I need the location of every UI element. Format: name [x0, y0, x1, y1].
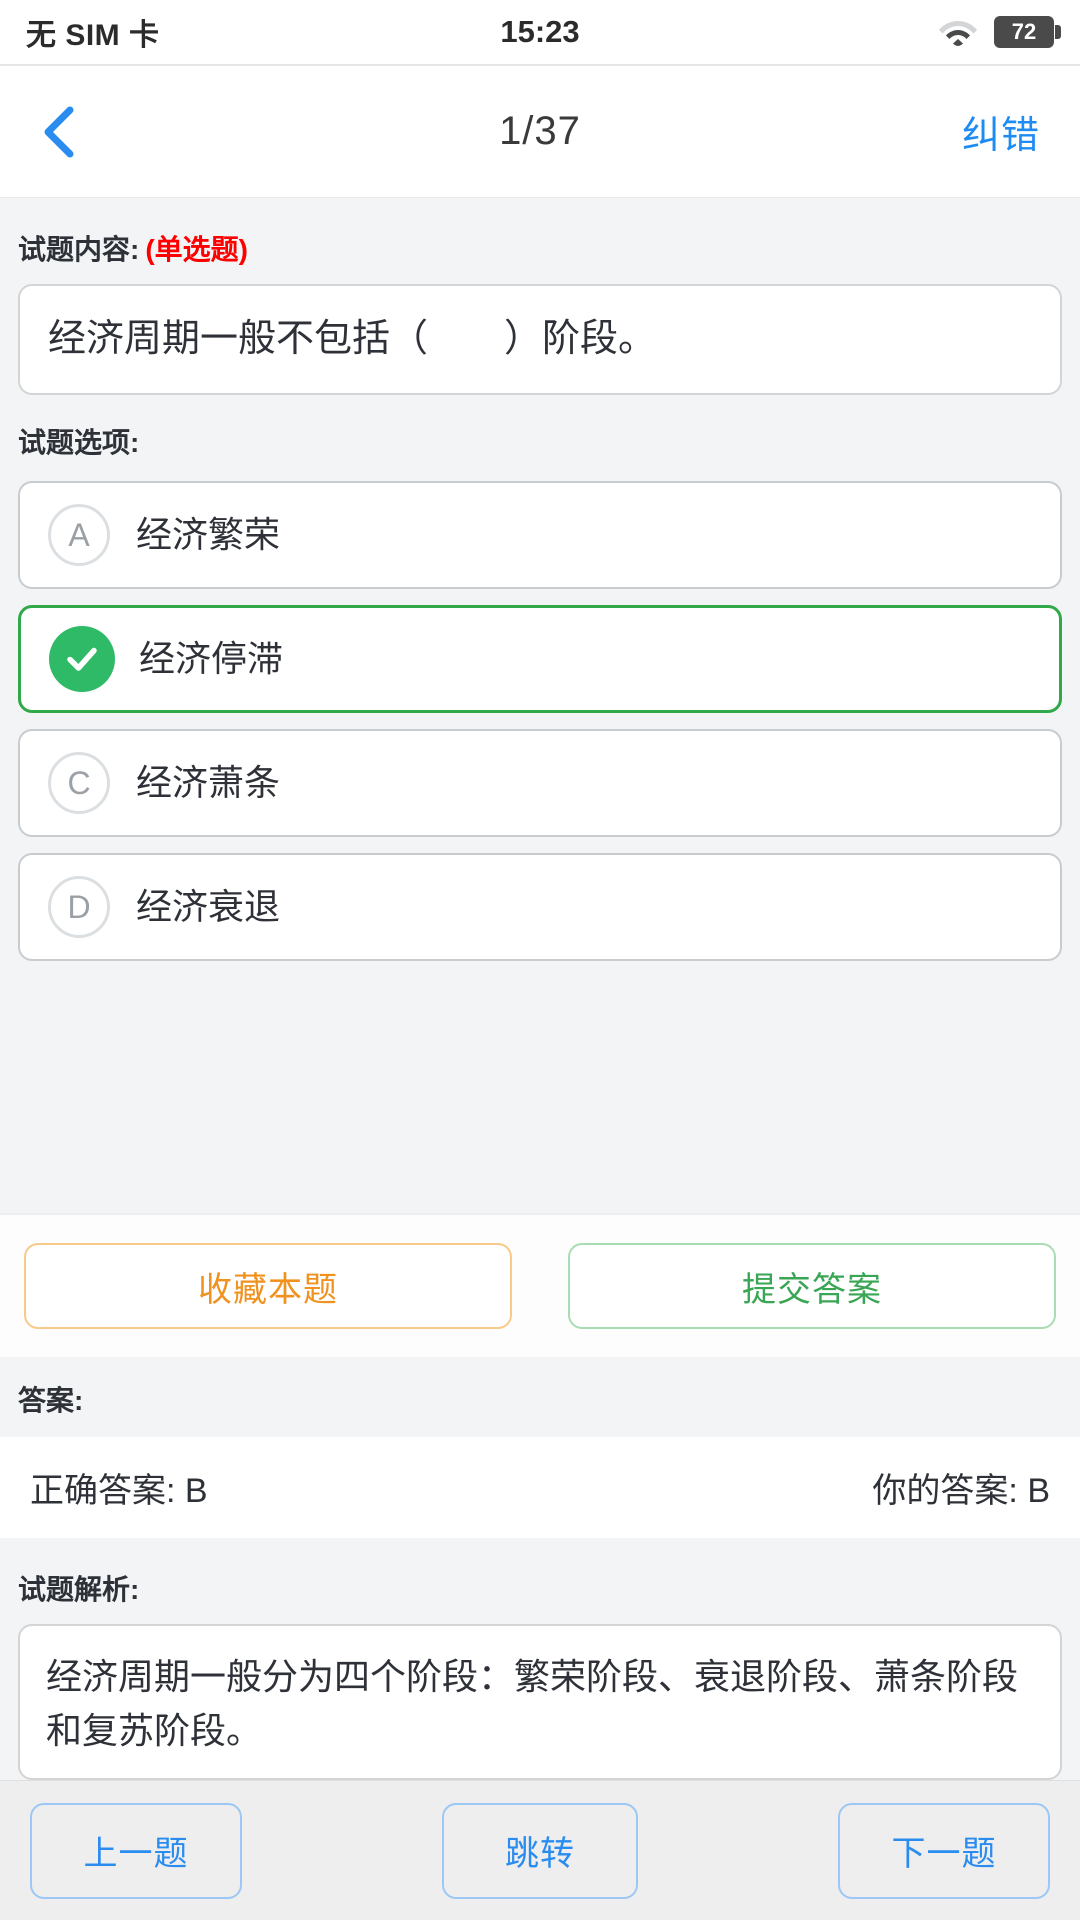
- your-answer-text: 你的答案: B: [872, 1472, 1050, 1510]
- question-label-text: 试题内容:: [18, 234, 140, 265]
- option-d[interactable]: D 经济衰退: [18, 853, 1062, 962]
- explanation-card: 经济周期一般分为四个阶段：繁荣阶段、衰退阶段、萧条阶段和复苏阶段。: [18, 1624, 1062, 1780]
- question-text: 经济周期一般不包括（ ）阶段。: [48, 318, 657, 360]
- jump-question-button[interactable]: 跳转: [442, 1802, 638, 1899]
- nav-bar: 1/37 纠错: [0, 66, 1080, 198]
- answer-row: 正确答案: B 你的答案: B: [0, 1437, 1080, 1538]
- option-label: 经济繁荣: [136, 513, 281, 555]
- carrier-label: 无 SIM 卡: [26, 19, 160, 52]
- option-letter-badge: A: [48, 504, 110, 567]
- wifi-icon: [938, 17, 978, 47]
- check-circle-icon: [49, 626, 115, 693]
- option-letter-badge: D: [48, 876, 110, 939]
- option-label: 经济衰退: [136, 885, 281, 927]
- explanation-text: 经济周期一般分为四个阶段：繁荣阶段、衰退阶段、萧条阶段和复苏阶段。: [46, 1656, 1019, 1751]
- submit-answer-button[interactable]: 提交答案: [568, 1243, 1056, 1329]
- option-b[interactable]: 经济停滞: [18, 605, 1062, 714]
- status-indicators: 72: [580, 16, 1062, 48]
- battery-level-label: 72: [1011, 19, 1037, 44]
- explanation-section-label: 试题解析:: [0, 1538, 1080, 1624]
- battery-icon: 72: [994, 16, 1062, 48]
- option-label: 经济停滞: [139, 637, 284, 679]
- option-label: 经济萧条: [136, 761, 281, 803]
- question-type-badge: (单选题): [145, 234, 248, 265]
- content-area: 试题内容: (单选题) 经济周期一般不包括（ ）阶段。 试题选项: A 经济繁荣…: [0, 198, 1080, 1213]
- prev-question-button[interactable]: 上一题: [30, 1802, 242, 1899]
- status-time: 15:23: [500, 14, 580, 49]
- question-section-label: 试题内容: (单选题): [0, 198, 1080, 284]
- question-card: 经济周期一般不包括（ ）阶段。: [18, 284, 1062, 396]
- next-question-button[interactable]: 下一题: [838, 1802, 1050, 1899]
- option-c[interactable]: C 经济萧条: [18, 729, 1062, 838]
- explanation-section: 试题解析: 经济周期一般分为四个阶段：繁荣阶段、衰退阶段、萧条阶段和复苏阶段。: [0, 1538, 1080, 1780]
- chevron-left-icon: [40, 106, 76, 158]
- options-section-label: 试题选项:: [0, 395, 1080, 477]
- page-title: 1/37: [499, 109, 581, 153]
- status-bar: 无 SIM 卡 15:23 72: [0, 0, 1080, 66]
- answer-section-label: 答案:: [0, 1357, 1080, 1437]
- option-a[interactable]: A 经济繁荣: [18, 481, 1062, 590]
- correct-answer-text: 正确答案: B: [30, 1472, 208, 1510]
- options-label-text: 试题选项:: [18, 427, 140, 459]
- favorite-button[interactable]: 收藏本题: [24, 1243, 512, 1329]
- back-button[interactable]: [40, 106, 160, 158]
- report-error-button[interactable]: 纠错: [920, 104, 1040, 159]
- action-bar: 收藏本题 提交答案: [0, 1213, 1080, 1357]
- explanation-label-text: 试题解析:: [18, 1574, 140, 1605]
- quiz-screen: 无 SIM 卡 15:23 72 1/37 纠错 试题内容: (单选题) 经济周…: [0, 0, 1080, 1920]
- bottom-nav-bar: 上一题 跳转 下一题: [0, 1780, 1080, 1920]
- option-letter-badge: C: [48, 752, 110, 815]
- options-list: A 经济繁荣 经济停滞 C 经济萧条 D 经济衰退: [0, 477, 1080, 977]
